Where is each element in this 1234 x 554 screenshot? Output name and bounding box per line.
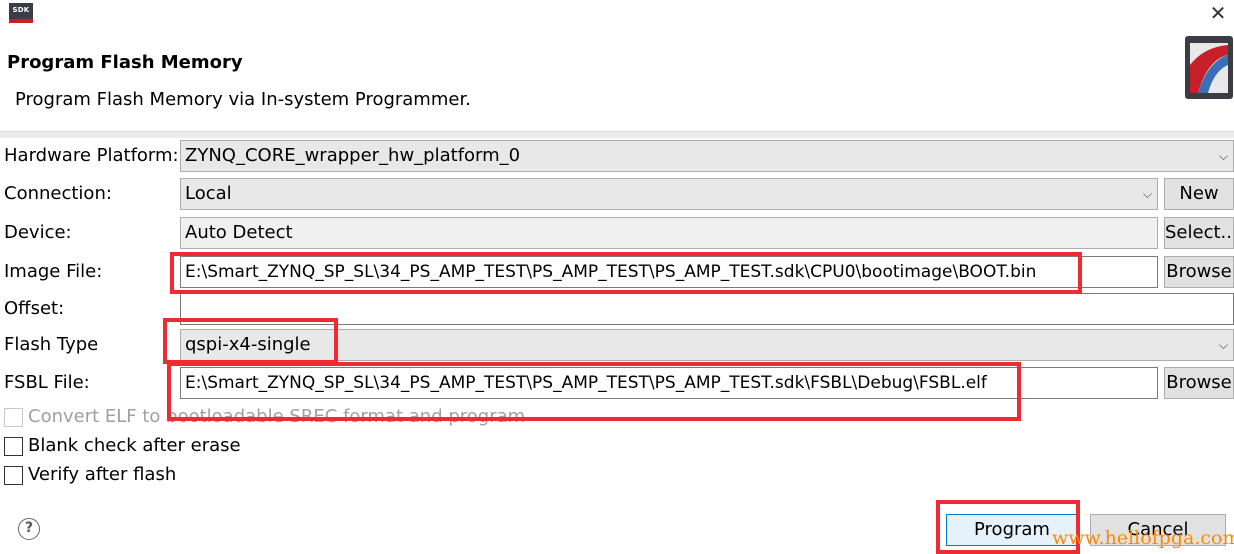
hardware-platform-combo[interactable]: ZYNQ_CORE_wrapper_hw_platform_0 ⌵: [180, 140, 1234, 172]
header-separator: [0, 131, 1234, 138]
offset-input[interactable]: [180, 293, 1234, 325]
image-file-label: Image File:: [4, 261, 103, 282]
image-file-input[interactable]: E:\Smart_ZYNQ_SP_SL\34_PS_AMP_TEST\PS_AM…: [180, 256, 1158, 288]
browse-image-button[interactable]: Browse: [1164, 256, 1234, 288]
flash-type-label: Flash Type: [4, 334, 99, 355]
verify-label: Verify after flash: [28, 464, 177, 485]
device-field: Auto Detect: [180, 217, 1158, 249]
flash-memory-banner-icon: [1185, 36, 1233, 99]
fsbl-file-label: FSBL File:: [4, 372, 90, 393]
connection-combo[interactable]: Local ⌵: [180, 178, 1158, 210]
dialog-description: Program Flash Memory via In-system Progr…: [15, 89, 471, 110]
help-icon[interactable]: ?: [18, 518, 40, 540]
convert-elf-checkbox[interactable]: [4, 408, 23, 427]
chevron-down-icon: ⌵: [1142, 187, 1152, 201]
browse-fsbl-button[interactable]: Browse: [1164, 367, 1234, 399]
device-label: Device:: [4, 222, 72, 243]
chevron-down-icon: ⌵: [1218, 338, 1228, 352]
new-connection-button[interactable]: New: [1164, 178, 1234, 210]
watermark-text: www.hellofpga.com: [1052, 527, 1234, 549]
dialog-title: Program Flash Memory: [7, 52, 243, 73]
flash-type-combo[interactable]: qspi-x4-single ⌵: [180, 329, 1234, 361]
select-device-button[interactable]: Select...: [1164, 217, 1234, 249]
close-icon[interactable]: ✕: [1206, 2, 1230, 26]
connection-label: Connection:: [4, 183, 112, 204]
chevron-down-icon: ⌵: [1218, 149, 1228, 163]
blank-check-checkbox[interactable]: [4, 437, 23, 456]
sdk-logo-icon: SDK: [9, 3, 33, 23]
connection-value: Local: [185, 183, 232, 204]
hardware-platform-label: Hardware Platform:: [4, 145, 179, 166]
fsbl-file-input[interactable]: E:\Smart_ZYNQ_SP_SL\34_PS_AMP_TEST\PS_AM…: [180, 367, 1158, 399]
verify-checkbox[interactable]: [4, 466, 23, 485]
flash-type-value: qspi-x4-single: [185, 334, 311, 355]
convert-elf-label: Convert ELF to bootloadable SREC format …: [28, 406, 526, 427]
blank-check-label: Blank check after erase: [28, 435, 241, 456]
offset-label: Offset:: [4, 298, 65, 319]
hardware-platform-value: ZYNQ_CORE_wrapper_hw_platform_0: [185, 145, 521, 166]
